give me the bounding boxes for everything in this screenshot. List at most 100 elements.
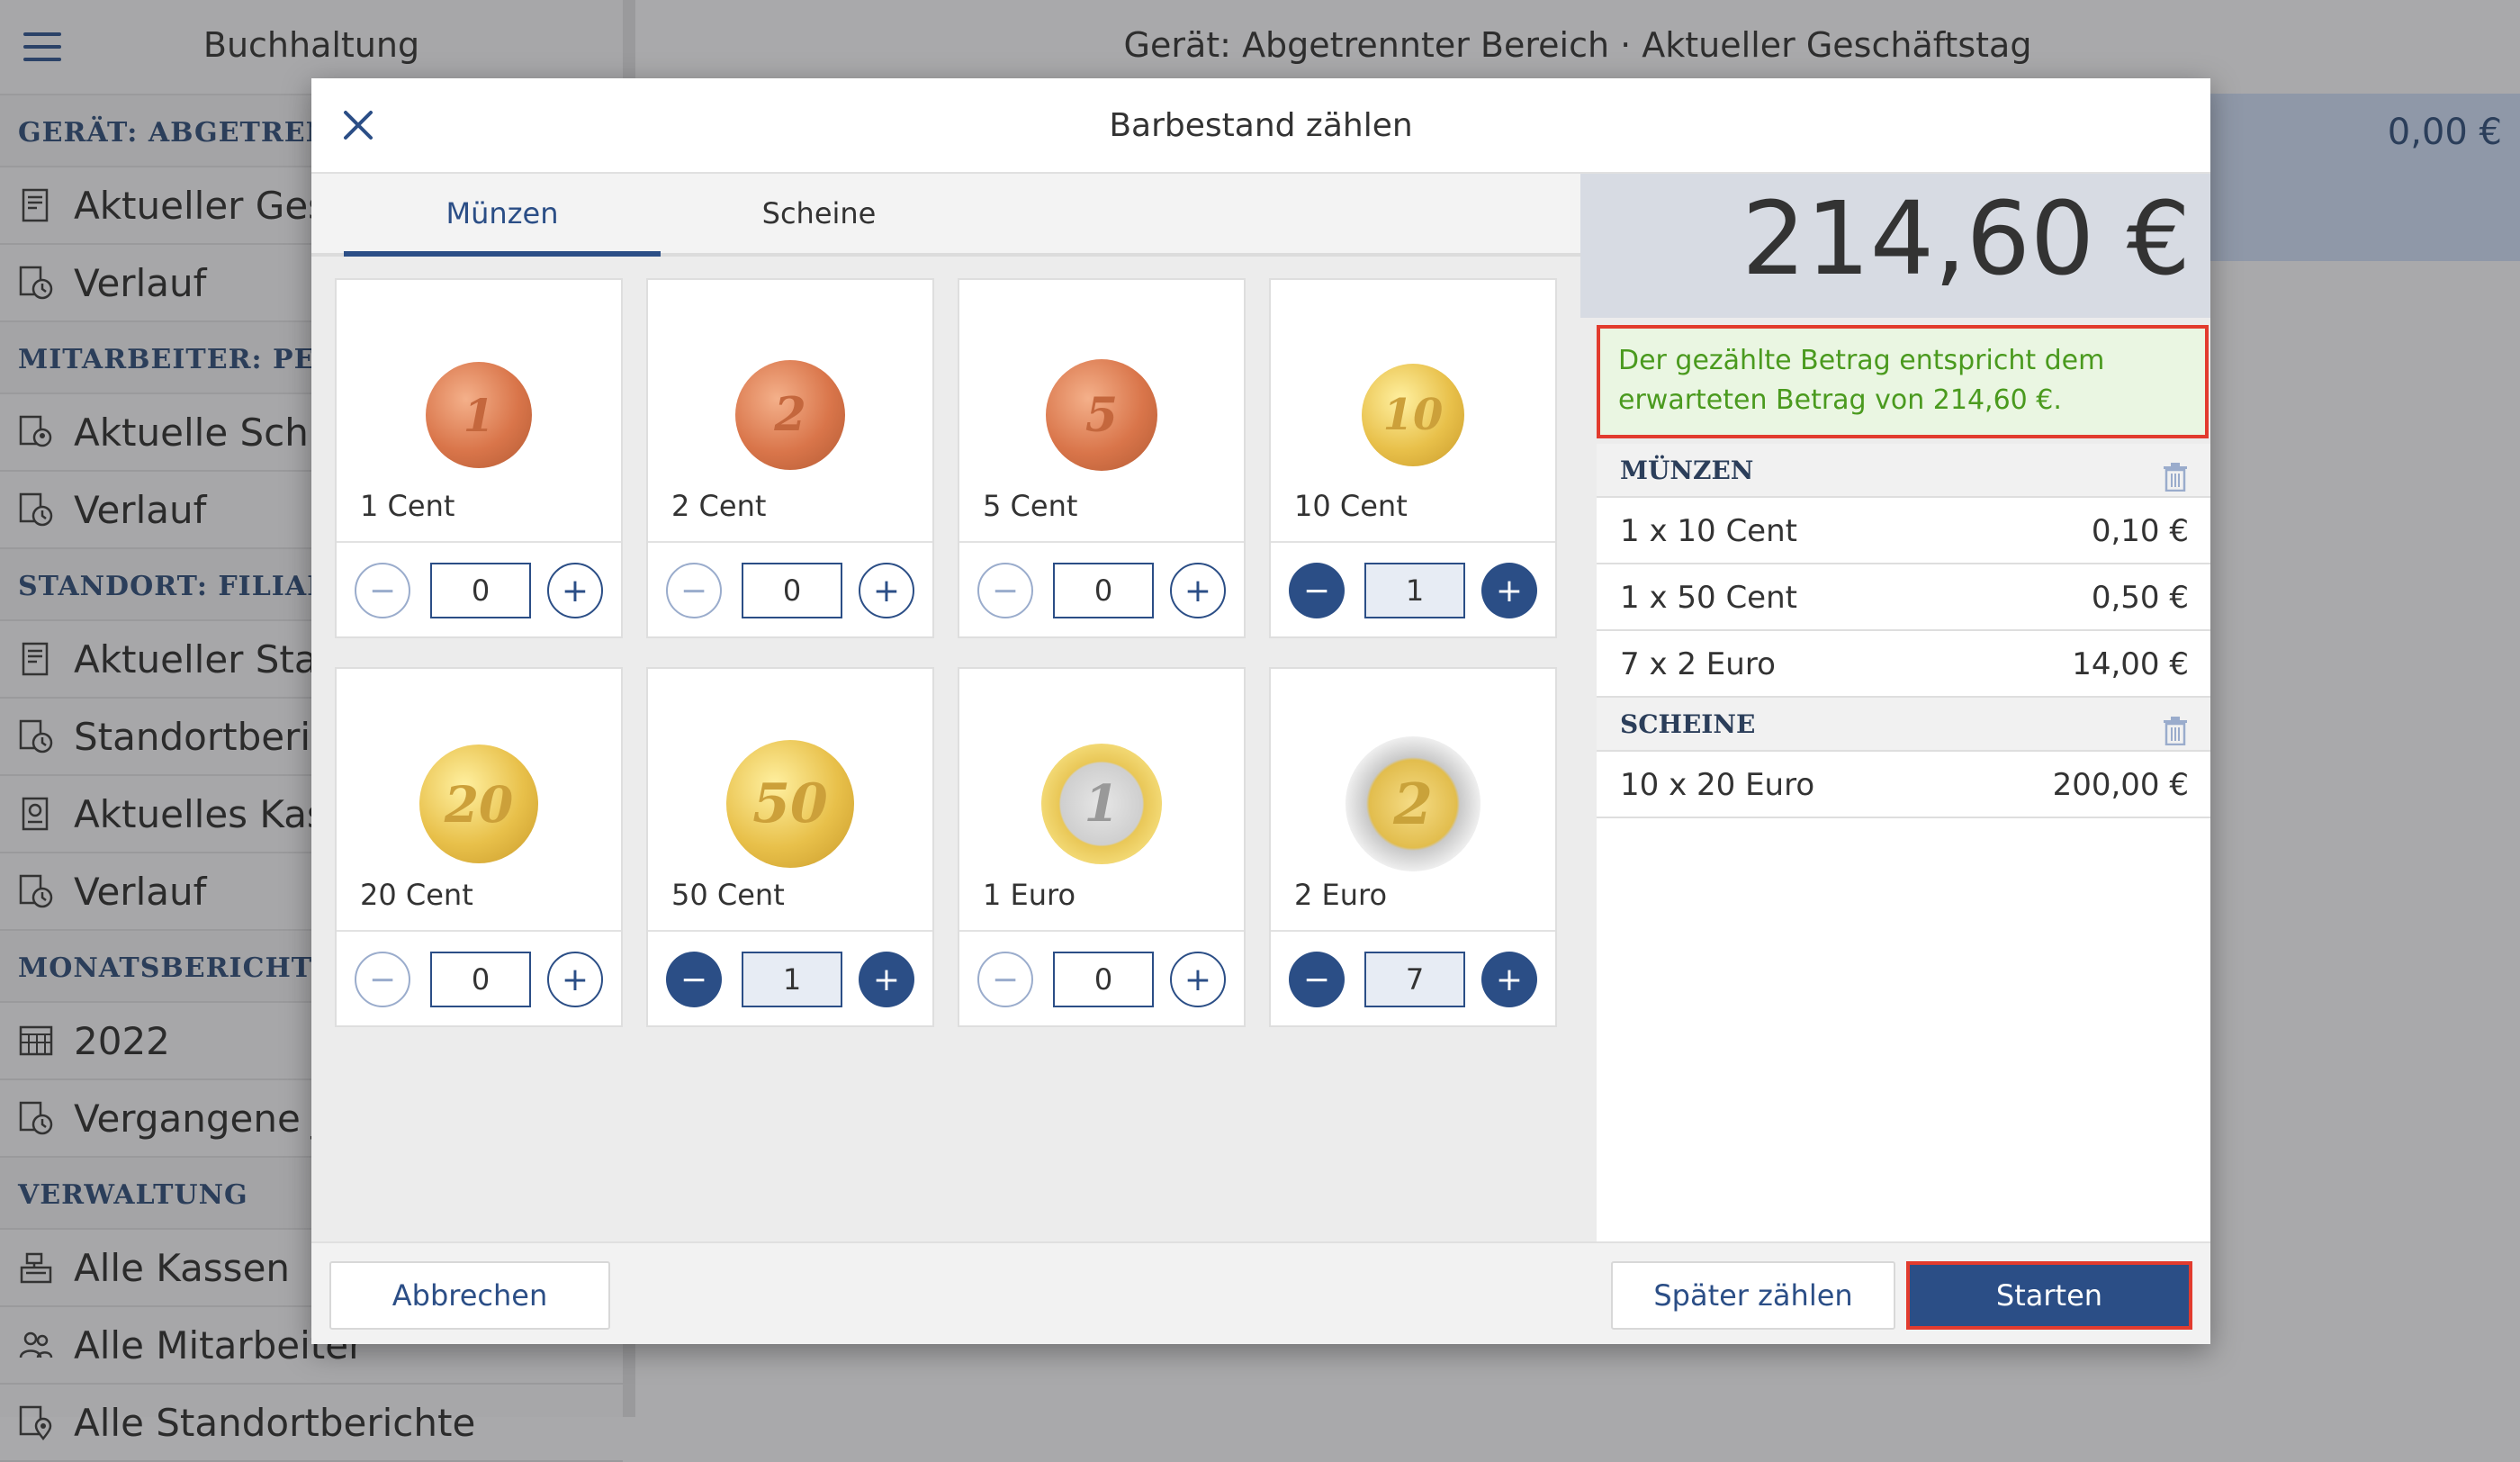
quantity-field[interactable]: 0 xyxy=(430,952,531,1007)
quantity-stepper: −1 + xyxy=(1271,541,1555,638)
coin-image: 1 xyxy=(1041,744,1162,864)
summary-row: 7 x 2 Euro 14,00 € xyxy=(1597,631,2210,698)
quantity-field[interactable]: 0 xyxy=(1053,563,1154,618)
quantity-stepper: −0 + xyxy=(337,541,621,638)
coin-image: 10 xyxy=(1362,364,1464,466)
cancel-button[interactable]: Abbrechen xyxy=(329,1261,610,1330)
page-title: Gerät: Abgetrennter Bereich · Aktueller … xyxy=(1123,25,2032,65)
sidebar-item-label: Verlauf xyxy=(74,869,207,914)
shift-icon xyxy=(16,412,56,452)
summary-pane: 214,60 € Der gezählte Betrag entspricht … xyxy=(1580,174,2210,1321)
coin-image: 50 xyxy=(726,740,854,868)
receipt-icon xyxy=(16,185,56,225)
history-icon xyxy=(16,263,56,302)
decrement-button[interactable]: − xyxy=(355,563,410,618)
tab-coins[interactable]: Münzen xyxy=(344,174,661,257)
increment-button[interactable]: + xyxy=(1170,563,1226,618)
quantity-field[interactable]: 1 xyxy=(1364,563,1465,618)
increment-button[interactable]: + xyxy=(1481,952,1537,1007)
cash-count-dialog: Barbestand zählen Münzen Scheine 1 1 Cent… xyxy=(311,78,2210,1344)
cashbook-icon xyxy=(16,794,56,834)
decrement-button[interactable]: − xyxy=(1289,563,1345,618)
coin-image: 2 xyxy=(735,360,845,470)
quantity-stepper: −0 + xyxy=(959,541,1244,638)
decrement-button[interactable]: − xyxy=(666,952,722,1007)
quantity-stepper: −0 + xyxy=(959,930,1244,1027)
increment-button[interactable]: + xyxy=(547,952,603,1007)
notes-section-header: SCHEINE xyxy=(1597,698,2210,752)
coins-section-title: MÜNZEN xyxy=(1620,456,1754,485)
summary-row-value: 0,10 € xyxy=(2091,513,2189,549)
coin-label: 20 Cent xyxy=(360,878,473,912)
trash-icon[interactable] xyxy=(2162,456,2189,492)
decrement-button[interactable]: − xyxy=(1289,952,1345,1007)
coin-label: 2 Cent xyxy=(671,489,767,523)
summary-row-value: 200,00 € xyxy=(2052,767,2189,803)
coin-mark: 2 xyxy=(774,388,806,442)
match-message: Der gezählte Betrag entspricht dem erwar… xyxy=(1597,325,2209,438)
coin-card: 1 1 Euro −0 + xyxy=(958,667,1246,1027)
people-icon xyxy=(16,1325,56,1365)
increment-button[interactable]: + xyxy=(547,563,603,618)
tab-notes[interactable]: Scheine xyxy=(661,174,977,253)
sidebar-item[interactable]: Alle Standortberichte xyxy=(0,1385,623,1462)
location-icon xyxy=(16,1403,56,1442)
coin-label: 50 Cent xyxy=(671,878,785,912)
coin-card: 1 1 Cent −0 + xyxy=(335,278,623,638)
coin-mark: 1 xyxy=(463,388,495,442)
history-icon xyxy=(16,717,56,756)
coin-image: 20 xyxy=(419,745,538,863)
notes-section-title: SCHEINE xyxy=(1620,709,1756,739)
sidebar-item-label: Alle Kassen xyxy=(74,1245,291,1290)
start-button[interactable]: Starten xyxy=(1906,1261,2192,1330)
increment-button[interactable]: + xyxy=(859,952,914,1007)
coin-label: 10 Cent xyxy=(1294,489,1408,523)
coin-mark: 1 xyxy=(1084,774,1120,834)
decrement-button[interactable]: − xyxy=(977,563,1033,618)
quantity-stepper: −1 + xyxy=(648,930,932,1027)
summary-row: 1 x 50 Cent 0,50 € xyxy=(1597,564,2210,631)
coin-card: 5 5 Cent −0 + xyxy=(958,278,1246,638)
coin-label: 1 Cent xyxy=(360,489,455,523)
coin-image: 5 xyxy=(1046,359,1157,471)
calendar-icon xyxy=(16,1021,56,1060)
coin-label: 5 Cent xyxy=(983,489,1078,523)
trash-icon[interactable] xyxy=(2162,710,2189,746)
summary-row-value: 14,00 € xyxy=(2072,646,2189,682)
decrement-button[interactable]: − xyxy=(355,952,410,1007)
sidebar-item-label: Verlauf xyxy=(74,487,207,532)
coin-label: 1 Euro xyxy=(983,878,1076,912)
quantity-field[interactable]: 7 xyxy=(1364,952,1465,1007)
summary-row: 10 x 20 Euro 200,00 € xyxy=(1597,752,2210,818)
count-summary: MÜNZEN 1 x 10 Cent 0,10 € 1 x 50 Cent 0,50 … xyxy=(1597,444,2210,1321)
increment-button[interactable]: + xyxy=(1481,563,1537,618)
summary-row-value: 0,50 € xyxy=(2091,580,2189,616)
coin-summary-rows: 1 x 10 Cent 0,10 € 1 x 50 Cent 0,50 € 7 x 2 … xyxy=(1597,498,2210,698)
dialog-footer: Abbrechen Später zählen Starten xyxy=(311,1241,2210,1344)
denomination-pane: Münzen Scheine 11 Cent −0 +2 2 Cent −0 +5 5 Ce… xyxy=(311,174,1580,1323)
summary-row-label: 1 x 50 Cent xyxy=(1620,580,1797,616)
quantity-field[interactable]: 1 xyxy=(742,952,842,1007)
increment-button[interactable]: + xyxy=(859,563,914,618)
history-icon xyxy=(16,490,56,529)
coin-mark: 20 xyxy=(444,774,514,834)
history-icon xyxy=(16,871,56,911)
quantity-field[interactable]: 0 xyxy=(742,563,842,618)
quantity-field[interactable]: 0 xyxy=(1053,952,1154,1007)
coin-mark: 5 xyxy=(1084,387,1119,443)
total-box: 214,60 € xyxy=(1580,174,2210,318)
coin-card: 50 50 Cent −1 + xyxy=(646,667,934,1027)
sidebar-item-label: Verlauf xyxy=(74,260,207,305)
decrement-button[interactable]: − xyxy=(977,952,1033,1007)
coin-mark: 2 xyxy=(1393,771,1433,837)
increment-button[interactable]: + xyxy=(1170,952,1226,1007)
count-later-button[interactable]: Später zählen xyxy=(1611,1261,1895,1330)
coin-image: 1 xyxy=(426,362,532,468)
coin-label: 2 Euro xyxy=(1294,878,1388,912)
decrement-button[interactable]: − xyxy=(666,563,722,618)
coin-mark: 10 xyxy=(1382,390,1444,440)
coin-image: 2 xyxy=(1346,736,1480,871)
quantity-stepper: −7 + xyxy=(1271,930,1555,1027)
sidebar-item-label: 2022 xyxy=(74,1018,170,1063)
quantity-field[interactable]: 0 xyxy=(430,563,531,618)
